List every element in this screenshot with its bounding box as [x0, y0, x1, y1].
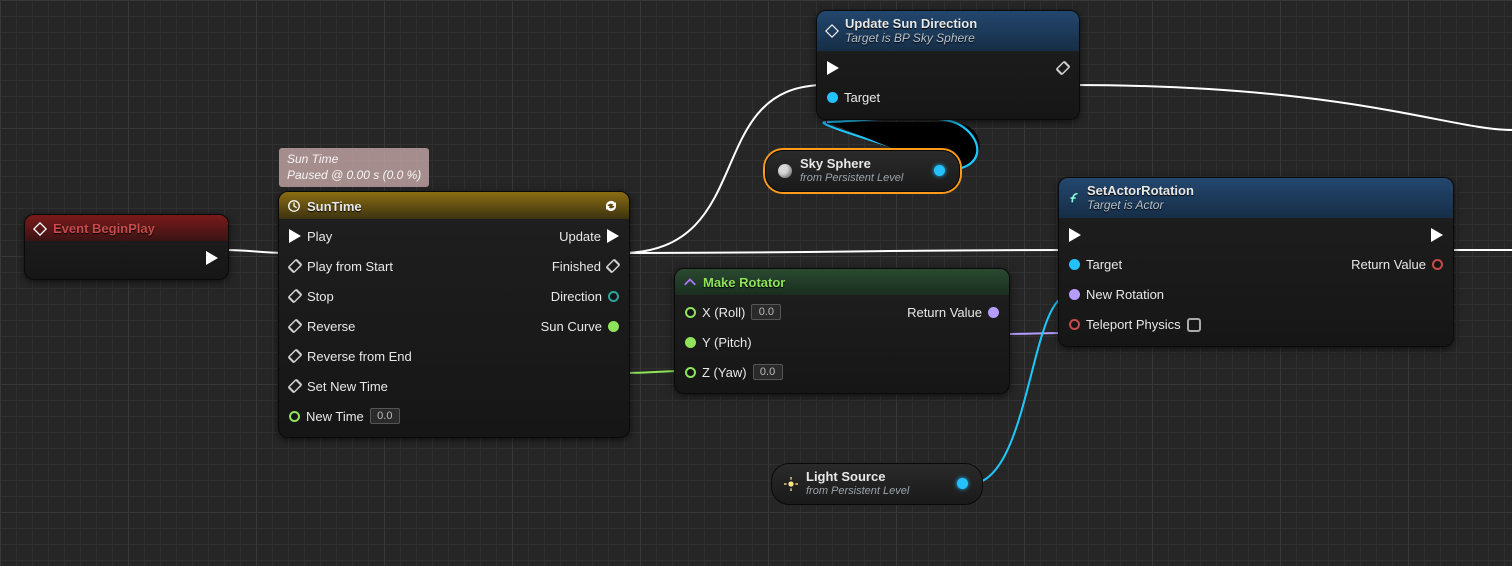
- tooltip-status: Paused @ 0.00 s (0.0 %): [287, 168, 421, 184]
- node-subtitle: Target is BP Sky Sphere: [845, 32, 977, 46]
- x-value[interactable]: 0.0: [751, 304, 781, 320]
- pin-target[interactable]: Target: [827, 87, 880, 109]
- pin-update[interactable]: Update: [559, 225, 619, 247]
- pin-play[interactable]: Play: [289, 225, 412, 247]
- function-f-icon: [1067, 191, 1081, 205]
- pin-set-new-time[interactable]: Set New Time: [289, 375, 412, 397]
- event-icon: [33, 222, 47, 236]
- node-event-beginplay[interactable]: Event BeginPlay: [24, 214, 229, 280]
- pin-teleport-physics[interactable]: Teleport Physics: [1069, 314, 1201, 336]
- pin-play-from-start[interactable]: Play from Start: [289, 255, 412, 277]
- node-title: SetActorRotation: [1087, 184, 1194, 199]
- rotator-icon: [683, 276, 697, 290]
- node-suntime[interactable]: SunTime Play Play from Start Stop Revers…: [278, 191, 630, 438]
- node-title: SunTime: [307, 199, 362, 214]
- node-header: SunTime: [279, 192, 629, 219]
- pin-y-pitch[interactable]: Y (Pitch): [685, 331, 783, 353]
- node-make-rotator[interactable]: Make Rotator X (Roll)0.0 Y (Pitch) Z (Ya…: [674, 268, 1010, 394]
- node-update-sun-direction[interactable]: Update Sun Direction Target is BP Sky Sp…: [816, 10, 1080, 120]
- pin-reverse-from-end[interactable]: Reverse from End: [289, 345, 412, 367]
- ref-subtitle: from Persistent Level: [800, 172, 903, 185]
- ref-out-pin[interactable]: [957, 478, 968, 489]
- timeline-tooltip: Sun Time Paused @ 0.00 s (0.0 %): [279, 148, 429, 187]
- ref-title: Light Source: [806, 470, 909, 485]
- pin-return-value[interactable]: Return Value: [1351, 254, 1443, 276]
- loop-icon: [603, 198, 619, 214]
- exec-out-pin[interactable]: [206, 247, 218, 269]
- pin-target[interactable]: Target: [1069, 254, 1201, 276]
- node-title: Update Sun Direction: [845, 17, 977, 32]
- sphere-icon: [778, 164, 792, 178]
- pin-new-time[interactable]: New Time0.0: [289, 405, 412, 427]
- pin-direction[interactable]: Direction: [551, 285, 619, 307]
- ref-subtitle: from Persistent Level: [806, 485, 909, 498]
- pin-new-rotation[interactable]: New Rotation: [1069, 284, 1201, 306]
- pin-finished[interactable]: Finished: [552, 255, 619, 277]
- node-header: Event BeginPlay: [25, 215, 228, 241]
- z-value[interactable]: 0.0: [753, 364, 783, 380]
- new-time-value[interactable]: 0.0: [370, 408, 400, 424]
- clock-icon: [287, 199, 301, 213]
- node-sky-sphere-ref[interactable]: Sky Sphere from Persistent Level: [765, 150, 960, 192]
- light-icon: [784, 477, 798, 491]
- exec-in-pin[interactable]: [827, 57, 880, 79]
- ref-out-pin[interactable]: [934, 165, 945, 176]
- pin-sun-curve[interactable]: Sun Curve: [541, 315, 619, 337]
- teleport-checkbox[interactable]: [1187, 318, 1201, 332]
- node-light-source-ref[interactable]: Light Source from Persistent Level: [771, 463, 983, 505]
- node-title: Event BeginPlay: [53, 221, 155, 236]
- pin-return-value[interactable]: Return Value: [907, 301, 999, 323]
- node-header: Update Sun Direction Target is BP Sky Sp…: [817, 11, 1079, 51]
- node-subtitle: Target is Actor: [1087, 199, 1194, 213]
- node-header: SetActorRotation Target is Actor: [1059, 178, 1453, 218]
- exec-out-pin[interactable]: [1057, 57, 1069, 79]
- ref-title: Sky Sphere: [800, 157, 903, 172]
- exec-in-pin[interactable]: [1069, 224, 1201, 246]
- node-set-actor-rotation[interactable]: SetActorRotation Target is Actor Target …: [1058, 177, 1454, 347]
- tooltip-title: Sun Time: [287, 152, 421, 168]
- pin-reverse[interactable]: Reverse: [289, 315, 412, 337]
- node-title: Make Rotator: [703, 275, 785, 290]
- exec-out-pin[interactable]: [1431, 224, 1443, 246]
- pin-stop[interactable]: Stop: [289, 285, 412, 307]
- function-icon: [825, 24, 839, 38]
- pin-x-roll[interactable]: X (Roll)0.0: [685, 301, 783, 323]
- pin-z-yaw[interactable]: Z (Yaw)0.0: [685, 361, 783, 383]
- node-header: Make Rotator: [675, 269, 1009, 295]
